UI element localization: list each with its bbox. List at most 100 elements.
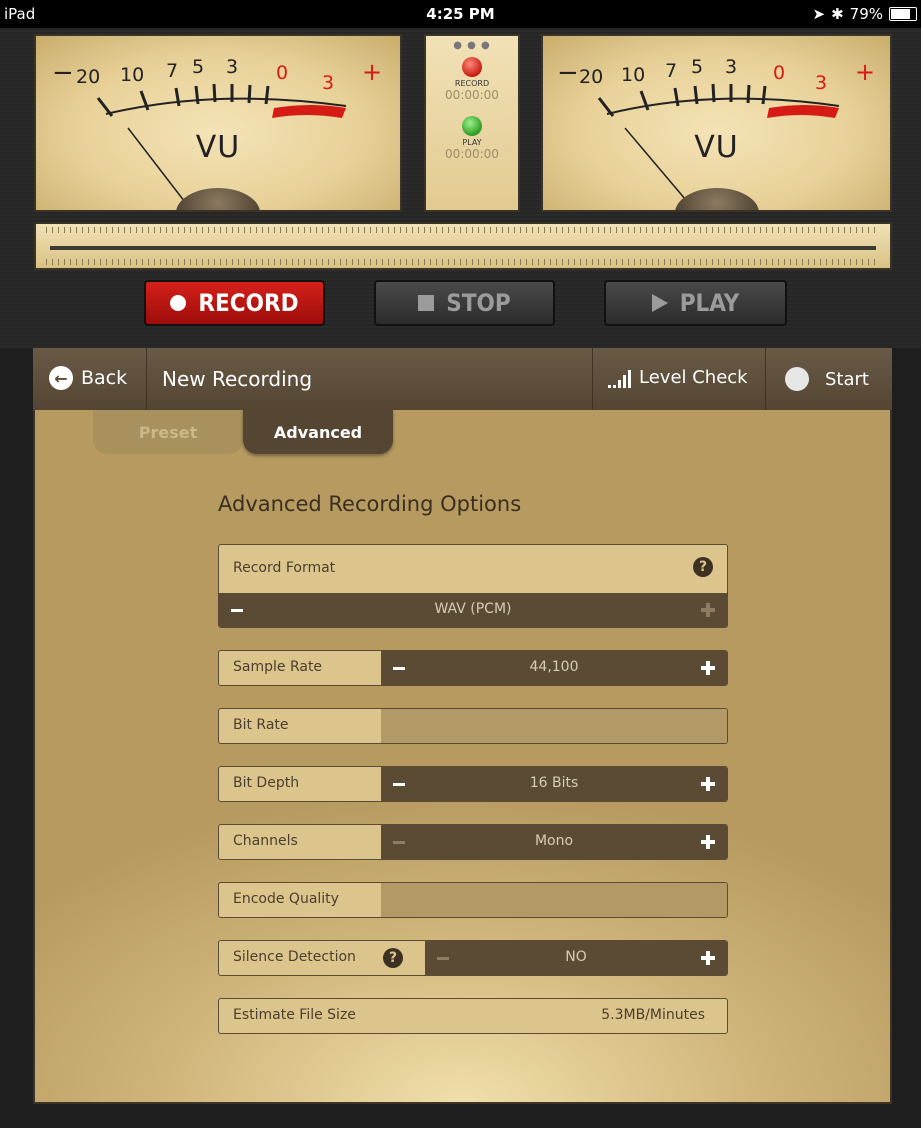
back-button[interactable]: ← Back bbox=[49, 366, 127, 390]
scale-5: 5 bbox=[192, 56, 205, 78]
status-right: ➤ ✱ 79% bbox=[812, 5, 917, 23]
scale-7: 7 bbox=[665, 60, 678, 82]
silence-detection-label: Silence Detection bbox=[233, 949, 356, 965]
stop-button[interactable]: STOP bbox=[374, 280, 555, 326]
vu-scale-left bbox=[96, 83, 347, 207]
play-status-label: PLAY bbox=[462, 138, 482, 147]
tab-advanced[interactable]: Advanced bbox=[243, 410, 393, 454]
estimate-file-size-row: Estimate File Size 5.3MB/Minutes bbox=[218, 998, 728, 1034]
nav-divider bbox=[146, 348, 147, 410]
silence-detection-row: Silence Detection ? NO bbox=[218, 940, 728, 976]
encode-quality-label: Encode Quality bbox=[233, 891, 339, 907]
record-format-increment[interactable] bbox=[701, 603, 715, 617]
bit-rate-label: Bit Rate bbox=[233, 717, 289, 733]
vu-scale-right bbox=[597, 83, 840, 207]
sample-rate-label: Sample Rate bbox=[233, 659, 323, 675]
scale-red-3: 3 bbox=[815, 72, 828, 94]
tab-preset[interactable]: Preset bbox=[93, 410, 243, 454]
options-panel: Preset Advanced Advanced Recording Optio… bbox=[33, 410, 892, 1104]
scale-20: 20 bbox=[579, 66, 604, 88]
scale-plus: + bbox=[362, 58, 383, 86]
section-title: Advanced Recording Options bbox=[218, 492, 522, 516]
vu-meter-left: − 20 10 7 5 3 0 3 + VU bbox=[34, 34, 402, 212]
scale-plus: + bbox=[855, 58, 876, 86]
play-triangle-icon bbox=[651, 294, 668, 312]
sample-rate-value: 44,100 bbox=[529, 659, 579, 675]
back-arrow-icon: ← bbox=[49, 366, 73, 390]
channels-stepper: Mono bbox=[381, 825, 727, 859]
play-button-label: PLAY bbox=[679, 289, 740, 317]
timeline-scrubber[interactable] bbox=[34, 222, 892, 270]
encode-quality-field-disabled bbox=[381, 883, 727, 917]
estimate-file-size-label: Estimate File Size bbox=[233, 1007, 356, 1023]
signal-bars-icon bbox=[608, 368, 631, 388]
page-dots: ● ● ● bbox=[453, 40, 491, 51]
record-led bbox=[462, 57, 482, 77]
record-dot-icon bbox=[170, 295, 187, 311]
channels-label: Channels bbox=[233, 833, 298, 849]
page-title: New Recording bbox=[162, 367, 313, 391]
sample-rate-row: Sample Rate 44,100 bbox=[218, 650, 728, 686]
vu-label: VU bbox=[694, 130, 739, 165]
record-button[interactable]: RECORD bbox=[144, 280, 325, 326]
bit-rate-field-disabled bbox=[381, 709, 727, 743]
scale-3: 3 bbox=[226, 56, 239, 78]
play-button[interactable]: PLAY bbox=[604, 280, 787, 326]
recorder-status-panel: ● ● ● RECORD 00:00:00 PLAY 00:00:00 bbox=[424, 34, 520, 212]
battery-icon bbox=[889, 7, 917, 21]
record-format-label: Record Format bbox=[233, 560, 336, 576]
nav-bar: ← Back New Recording Level Check Start bbox=[33, 348, 892, 410]
clock: 4:25 PM bbox=[426, 5, 495, 23]
question-mark-icon[interactable]: ? bbox=[693, 557, 713, 577]
scale-red-3: 3 bbox=[322, 72, 335, 94]
start-circle-icon bbox=[785, 367, 809, 391]
record-format-stepper: WAV (PCM) bbox=[219, 593, 727, 627]
bit-depth-value: 16 Bits bbox=[529, 775, 579, 791]
scale-20: 20 bbox=[76, 66, 101, 88]
sample-rate-stepper: 44,100 bbox=[381, 651, 727, 685]
record-format-value: WAV (PCM) bbox=[434, 601, 512, 617]
bit-depth-stepper: 16 Bits bbox=[381, 767, 727, 801]
vu-meter-right: − 20 10 7 5 3 0 3 + VU bbox=[541, 34, 892, 212]
channels-value: Mono bbox=[534, 833, 574, 849]
scale-0: 0 bbox=[276, 62, 289, 84]
level-check-label: Level Check bbox=[639, 367, 748, 388]
question-mark-icon[interactable]: ? bbox=[383, 948, 403, 968]
stop-square-icon bbox=[418, 295, 435, 311]
channels-increment[interactable] bbox=[701, 835, 715, 849]
scale-3: 3 bbox=[725, 56, 738, 78]
estimate-file-size-value: 5.3MB/Minutes bbox=[601, 1007, 705, 1023]
scale-0: 0 bbox=[773, 62, 786, 84]
scale-5: 5 bbox=[691, 56, 704, 78]
record-status-label: RECORD bbox=[454, 79, 490, 88]
bluetooth-icon: ✱ bbox=[831, 5, 844, 23]
record-time: 00:00:00 bbox=[445, 88, 499, 102]
level-check-button[interactable]: Level Check bbox=[608, 367, 748, 388]
scale-10: 10 bbox=[621, 64, 646, 86]
nav-divider bbox=[592, 348, 593, 410]
encode-quality-row: Encode Quality bbox=[218, 882, 728, 918]
stop-button-label: STOP bbox=[446, 289, 511, 317]
record-button-label: RECORD bbox=[198, 289, 299, 317]
location-icon: ➤ bbox=[812, 5, 826, 23]
timeline-ticks-bottom bbox=[46, 259, 880, 265]
record-format-row: Record Format ? WAV (PCM) bbox=[218, 544, 728, 628]
bit-depth-increment[interactable] bbox=[701, 777, 715, 791]
start-label: Start bbox=[825, 368, 869, 390]
silence-detection-increment[interactable] bbox=[701, 951, 715, 965]
battery-percent: 79% bbox=[849, 5, 883, 23]
play-led bbox=[462, 116, 482, 136]
sample-rate-increment[interactable] bbox=[701, 661, 715, 675]
timeline-track bbox=[50, 246, 876, 250]
vu-label: VU bbox=[195, 130, 241, 165]
timeline-ticks-top bbox=[46, 227, 880, 233]
channels-row: Channels Mono bbox=[218, 824, 728, 860]
start-button[interactable]: Start bbox=[785, 367, 869, 391]
bit-rate-row: Bit Rate bbox=[218, 708, 728, 744]
status-bar: iPad 4:25 PM ➤ ✱ 79% bbox=[0, 0, 921, 28]
scale-minus: − bbox=[557, 58, 579, 88]
scale-10: 10 bbox=[120, 64, 145, 86]
back-label: Back bbox=[81, 367, 128, 389]
silence-detection-value: NO bbox=[565, 949, 587, 965]
silence-detection-stepper: NO bbox=[425, 941, 727, 975]
